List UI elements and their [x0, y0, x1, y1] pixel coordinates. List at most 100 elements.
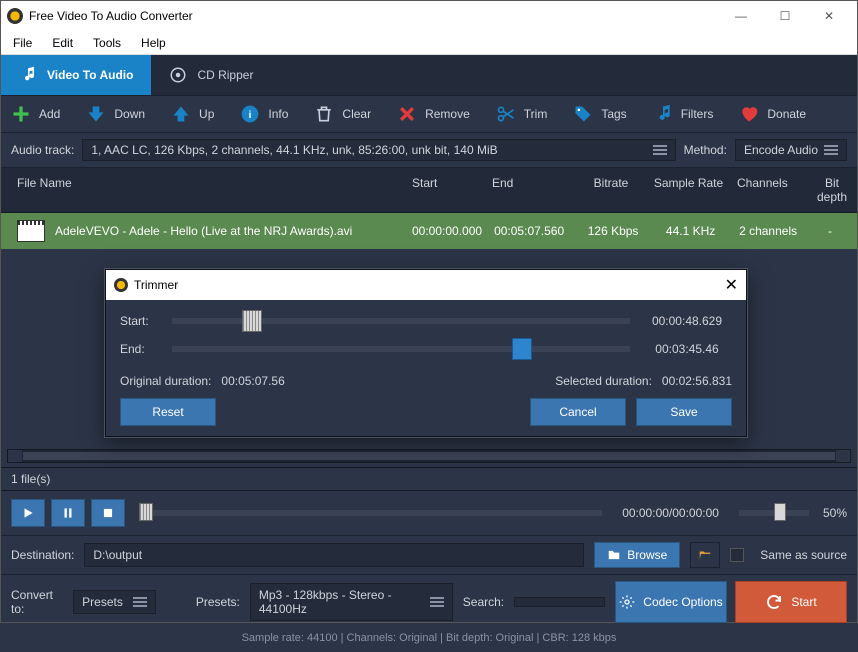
filters-icon — [653, 104, 673, 124]
app-logo-icon — [7, 8, 23, 24]
method-combo[interactable]: Encode Audio — [735, 139, 847, 161]
gear-icon — [619, 594, 635, 610]
start-slider-row: Start: 00:00:48.629 — [120, 314, 732, 328]
x-icon — [397, 104, 417, 124]
destination-row: Destination: D:\output Browse Same as so… — [1, 535, 857, 574]
tab-video-to-audio[interactable]: Video To Audio — [1, 55, 151, 95]
play-button[interactable] — [11, 499, 45, 527]
filters-button[interactable]: Filters — [653, 104, 714, 124]
selected-duration-label: Selected duration: — [555, 374, 652, 388]
col-samplerate[interactable]: Sample Rate — [646, 172, 731, 208]
scissors-icon — [496, 104, 516, 124]
slider-handle[interactable] — [139, 503, 153, 521]
playback-slider[interactable] — [139, 510, 602, 516]
horizontal-scrollbar[interactable] — [7, 449, 851, 463]
titlebar: Free Video To Audio Converter — ☐ ✕ — [1, 1, 857, 31]
window-maximize-button[interactable]: ☐ — [763, 1, 807, 31]
codec-options-button[interactable]: Codec Options — [615, 581, 727, 623]
convert-to-combo[interactable]: Presets — [73, 590, 156, 614]
col-bitdepth[interactable]: Bit depth — [811, 172, 853, 208]
slider-handle[interactable] — [512, 338, 532, 360]
up-button[interactable]: Up — [171, 104, 214, 124]
duration-row: Original duration:00:05:07.56 Selected d… — [120, 370, 732, 398]
stop-button[interactable] — [91, 499, 125, 527]
search-label: Search: — [463, 595, 504, 609]
start-slider[interactable] — [172, 318, 630, 324]
info-icon: i — [240, 104, 260, 124]
playback-time: 00:00:00/00:00:00 — [622, 506, 719, 520]
same-as-source-label: Same as source — [760, 548, 847, 562]
col-end[interactable]: End — [486, 172, 576, 208]
info-button[interactable]: iInfo — [240, 104, 288, 124]
add-button[interactable]: Add — [11, 104, 60, 124]
window-minimize-button[interactable]: — — [719, 1, 763, 31]
method-label: Method: — [684, 143, 727, 157]
end-slider[interactable] — [172, 346, 630, 352]
tag-icon — [573, 104, 593, 124]
tab-cd-ripper[interactable]: CD Ripper — [151, 55, 271, 95]
tab-label: Video To Audio — [47, 68, 133, 82]
col-channels[interactable]: Channels — [731, 172, 811, 208]
col-bitrate[interactable]: Bitrate — [576, 172, 646, 208]
remove-button[interactable]: Remove — [397, 104, 470, 124]
cancel-button[interactable]: Cancel — [530, 398, 626, 426]
open-folder-button[interactable] — [690, 542, 720, 568]
end-value[interactable]: 00:03:45.46 — [642, 342, 732, 356]
destination-input[interactable]: D:\output — [84, 543, 584, 567]
browse-button[interactable]: Browse — [594, 542, 680, 568]
col-filename[interactable]: File Name — [11, 172, 406, 208]
dialog-close-button[interactable]: ✕ — [725, 275, 738, 295]
destination-label: Destination: — [11, 548, 74, 562]
heart-icon — [739, 104, 759, 124]
start-button[interactable]: Start — [735, 581, 847, 623]
audiotrack-combo[interactable]: 1, AAC LC, 126 Kbps, 2 channels, 44.1 KH… — [82, 139, 675, 161]
menu-icon — [430, 597, 444, 607]
trimmer-dialog: Trimmer ✕ Start: 00:00:48.629 End: 00:03… — [105, 269, 747, 437]
same-as-source-checkbox[interactable] — [730, 548, 744, 562]
tags-button[interactable]: Tags — [573, 104, 626, 124]
dialog-titlebar: Trimmer ✕ — [106, 270, 746, 300]
menu-help[interactable]: Help — [133, 33, 174, 53]
main-tabs: Video To Audio CD Ripper — [1, 55, 857, 95]
menu-file[interactable]: File — [5, 33, 40, 53]
presets-combo[interactable]: Mp3 - 128kbps - Stereo - 44100Hz — [250, 583, 453, 621]
menubar: File Edit Tools Help — [1, 31, 857, 55]
original-duration-label: Original duration: — [120, 374, 211, 388]
tab-label: CD Ripper — [197, 68, 253, 82]
scroll-left-button[interactable] — [8, 450, 22, 462]
donate-button[interactable]: Donate — [739, 104, 806, 124]
window-title: Free Video To Audio Converter — [29, 9, 193, 23]
menu-edit[interactable]: Edit — [44, 33, 81, 53]
menu-icon — [824, 145, 838, 155]
convert-label: Convert to: — [11, 588, 63, 616]
pause-icon — [61, 506, 75, 520]
clear-button[interactable]: Clear — [314, 104, 371, 124]
menu-icon — [653, 145, 667, 155]
table-header: File Name Start End Bitrate Sample Rate … — [1, 168, 857, 213]
volume-slider[interactable] — [739, 510, 809, 516]
plus-icon — [11, 104, 31, 124]
music-note-icon — [19, 66, 37, 84]
slider-handle[interactable] — [774, 503, 786, 521]
pause-button[interactable] — [51, 499, 85, 527]
cd-icon — [169, 66, 187, 84]
start-value[interactable]: 00:00:48.629 — [642, 314, 732, 328]
audiotrack-row: Audio track: 1, AAC LC, 126 Kbps, 2 chan… — [1, 133, 857, 168]
trim-button[interactable]: Trim — [496, 104, 548, 124]
svg-text:i: i — [249, 110, 252, 121]
start-label: Start: — [120, 314, 160, 328]
col-start[interactable]: Start — [406, 172, 486, 208]
scroll-right-button[interactable] — [836, 450, 850, 462]
play-icon — [21, 506, 35, 520]
end-label: End: — [120, 342, 160, 356]
search-input[interactable] — [514, 597, 605, 607]
scroll-track[interactable] — [23, 452, 835, 460]
slider-handle[interactable] — [242, 310, 262, 332]
end-slider-row: End: 00:03:45.46 — [120, 342, 732, 356]
menu-tools[interactable]: Tools — [85, 33, 129, 53]
save-button[interactable]: Save — [636, 398, 732, 426]
down-button[interactable]: Down — [86, 104, 145, 124]
reset-button[interactable]: Reset — [120, 398, 216, 426]
table-row[interactable]: AdeleVEVO - Adele - Hello (Live at the N… — [1, 213, 857, 249]
window-close-button[interactable]: ✕ — [807, 1, 851, 31]
